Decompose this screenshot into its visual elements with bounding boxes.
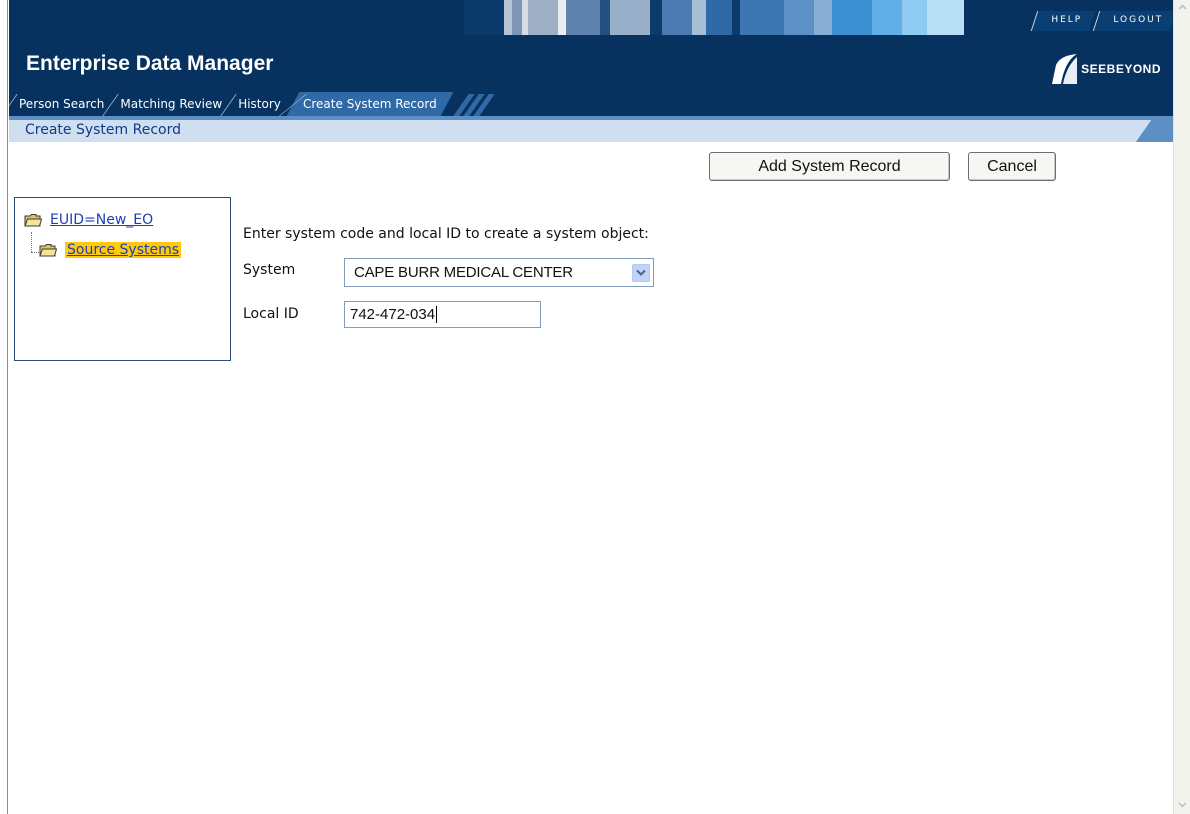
tab-label: Create System Record <box>302 97 437 111</box>
add-system-record-button[interactable]: Add System Record <box>709 152 950 181</box>
logout-link[interactable]: LOGOUT <box>1092 11 1173 31</box>
window-left-border <box>0 0 8 814</box>
logout-link-label: LOGOUT <box>1113 15 1164 25</box>
local-id-label: Local ID <box>243 306 299 322</box>
text-caret <box>436 306 438 323</box>
system-select[interactable]: CAPE BURR MEDICAL CENTER <box>344 258 654 287</box>
system-select-value: CAPE BURR MEDICAL CENTER <box>354 264 573 281</box>
system-label: System <box>243 262 296 278</box>
page-title: Create System Record <box>25 122 181 138</box>
tab-label: Person Search <box>19 97 105 111</box>
tree-node-label[interactable]: EUID=New_EO <box>50 212 153 228</box>
tab-person-search[interactable]: Person Search <box>9 92 110 116</box>
app-header: HELP LOGOUT Enterprise Data Manager SEEB… <box>9 0 1173 116</box>
chevron-down-icon[interactable] <box>632 263 650 282</box>
breadcrumb: Create System Record <box>9 116 1183 142</box>
tab-decoration <box>447 92 507 116</box>
app-title: Enterprise Data Manager <box>26 52 274 75</box>
logo-mark-icon <box>1052 54 1078 84</box>
main-tabs: Person Search Matching Review History Cr… <box>9 88 507 116</box>
record-tree: EUID=New_EO Source Systems <box>14 197 231 361</box>
tree-node-label-selected[interactable]: Source Systems <box>65 242 182 258</box>
vertical-scrollbar[interactable] <box>1173 0 1190 814</box>
help-link-label: HELP <box>1051 15 1083 25</box>
form-instruction: Enter system code and local ID to create… <box>243 226 649 242</box>
tab-matching-review[interactable]: Matching Review <box>110 92 228 116</box>
cancel-button[interactable]: Cancel <box>968 152 1056 181</box>
tab-create-system-record[interactable]: Create System Record <box>286 92 453 116</box>
help-link[interactable]: HELP <box>1030 11 1096 31</box>
folder-icon <box>24 214 42 227</box>
tab-label: Matching Review <box>120 97 223 111</box>
tree-node-euid[interactable]: EUID=New_EO <box>24 212 153 228</box>
scroll-up-icon[interactable] <box>1175 0 1190 16</box>
tree-node-source-systems[interactable]: Source Systems <box>39 242 182 258</box>
logo-text: SEEBEYOND <box>1081 62 1161 76</box>
header-decoration <box>464 0 984 35</box>
top-links: HELP LOGOUT <box>1030 11 1173 31</box>
local-id-input[interactable]: 742-472-034 <box>344 301 541 328</box>
local-id-value: 742-472-034 <box>350 306 436 323</box>
tab-label: History <box>238 97 281 111</box>
tab-history[interactable]: History <box>228 92 287 116</box>
scroll-down-icon[interactable] <box>1175 798 1190 814</box>
tree-connector <box>31 232 32 252</box>
seebeyond-logo: SEEBEYOND <box>1050 53 1161 85</box>
folder-icon <box>39 244 57 257</box>
